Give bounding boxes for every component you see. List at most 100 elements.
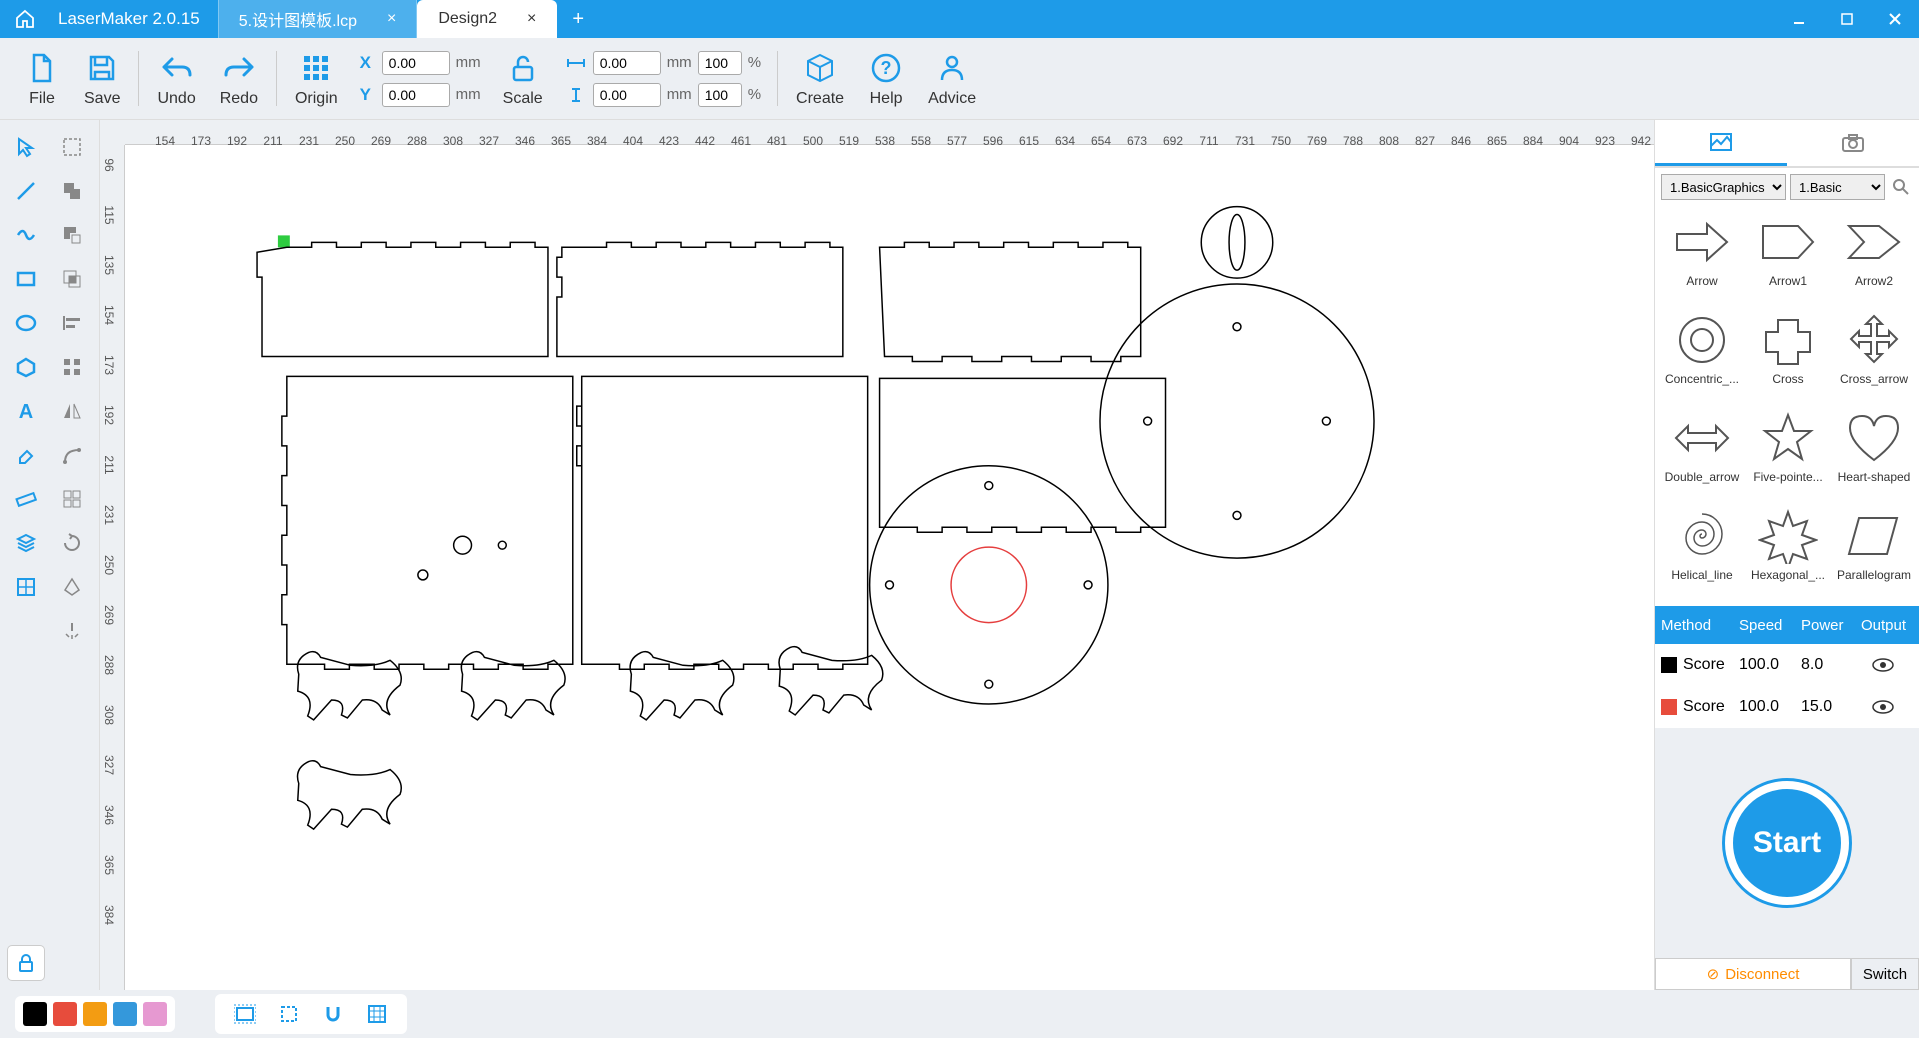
- home-icon[interactable]: [10, 0, 40, 38]
- start-button[interactable]: Start: [1725, 781, 1849, 905]
- height-icon: [565, 86, 587, 104]
- shape-arrow1[interactable]: Arrow1: [1749, 214, 1827, 304]
- save-button[interactable]: Save: [72, 50, 132, 108]
- help-button[interactable]: ? Help: [856, 50, 916, 108]
- mirror-tool[interactable]: [54, 394, 90, 428]
- empty-tool: [8, 614, 44, 648]
- tab-shapes[interactable]: [1655, 120, 1787, 166]
- th-output: Output: [1855, 617, 1910, 634]
- height-pct-input[interactable]: [698, 83, 742, 107]
- search-icon[interactable]: [1889, 175, 1913, 199]
- switch-button[interactable]: Switch: [1851, 958, 1919, 990]
- grid-tool[interactable]: [8, 570, 44, 604]
- palette-color[interactable]: [83, 1002, 107, 1026]
- lock-icon: [505, 50, 541, 86]
- text-tool[interactable]: A: [8, 394, 44, 428]
- shape-cross_arrow[interactable]: Cross_arrow: [1835, 312, 1913, 402]
- shape-parallelogram[interactable]: Parallelogram: [1835, 508, 1913, 598]
- origin-icon: [298, 50, 334, 86]
- shape-category-select[interactable]: 1.BasicGraphics: [1661, 174, 1786, 200]
- y-input[interactable]: [382, 83, 450, 107]
- file-button[interactable]: File: [12, 50, 72, 108]
- origin-button[interactable]: Origin: [283, 50, 350, 108]
- shape-cross[interactable]: Cross: [1749, 312, 1827, 402]
- distribute-tool[interactable]: [54, 350, 90, 384]
- minimize-button[interactable]: [1775, 0, 1823, 38]
- add-tab-button[interactable]: +: [557, 8, 599, 31]
- maximize-button[interactable]: [1823, 0, 1871, 38]
- shape-five-pointe...[interactable]: Five-pointe...: [1749, 410, 1827, 500]
- union-tool[interactable]: [54, 174, 90, 208]
- measure-tool[interactable]: [8, 482, 44, 516]
- laser-tool[interactable]: [54, 614, 90, 648]
- rect-tool[interactable]: [8, 262, 44, 296]
- palette-color[interactable]: [53, 1002, 77, 1026]
- zoom-tool[interactable]: [275, 1000, 303, 1028]
- x-input[interactable]: [382, 51, 450, 75]
- close-button[interactable]: [1871, 0, 1919, 38]
- shape-concentric_...[interactable]: Concentric_...: [1663, 312, 1741, 402]
- lock-tool[interactable]: [8, 946, 44, 980]
- table-row[interactable]: Score100.015.0: [1655, 686, 1919, 728]
- layer-table: Method Speed Power Output Score100.08.0S…: [1655, 606, 1919, 728]
- align-tool[interactable]: [54, 306, 90, 340]
- create-button[interactable]: Create: [784, 50, 856, 108]
- tab-template[interactable]: 5.设计图模板.lcp ×: [218, 0, 418, 38]
- height-input[interactable]: [593, 83, 661, 107]
- shape-arrow[interactable]: Arrow: [1663, 214, 1741, 304]
- main-toolbar: File Save Undo Redo Origin X mm Y mm Sca…: [0, 38, 1919, 120]
- th-speed: Speed: [1733, 617, 1795, 634]
- shape-arrow2[interactable]: Arrow2: [1835, 214, 1913, 304]
- marquee-tool[interactable]: [54, 130, 90, 164]
- close-icon[interactable]: ×: [527, 10, 536, 28]
- eraser-tool[interactable]: [8, 438, 44, 472]
- layers-tool[interactable]: [8, 526, 44, 560]
- ruler-horizontal: 1541731922112312502692883083273463653844…: [125, 120, 1654, 145]
- shape-hexagonal_...[interactable]: Hexagonal_...: [1749, 508, 1827, 598]
- scale-button[interactable]: Scale: [491, 50, 555, 108]
- rotate-tool[interactable]: [54, 526, 90, 560]
- disconnect-button[interactable]: ⊘ Disconnect: [1655, 958, 1851, 990]
- shape-helical_line[interactable]: Helical_line: [1663, 508, 1741, 598]
- th-power: Power: [1795, 617, 1855, 634]
- subtract-tool[interactable]: [54, 218, 90, 252]
- width-input[interactable]: [593, 51, 661, 75]
- line-tool[interactable]: [8, 174, 44, 208]
- x-label: X: [360, 53, 376, 73]
- tab-camera[interactable]: [1787, 120, 1919, 166]
- th-method: Method: [1655, 617, 1733, 634]
- shape-double_arrow[interactable]: Double_arrow: [1663, 410, 1741, 500]
- intersect-tool[interactable]: [54, 262, 90, 296]
- select-tool[interactable]: [8, 130, 44, 164]
- pen-tool[interactable]: [54, 570, 90, 604]
- palette-color[interactable]: [143, 1002, 167, 1026]
- bottom-bar: [0, 990, 1919, 1038]
- close-icon[interactable]: ×: [387, 10, 396, 28]
- shape-heart-shaped[interactable]: Heart-shaped: [1835, 410, 1913, 500]
- palette-color[interactable]: [113, 1002, 137, 1026]
- array-tool[interactable]: [54, 482, 90, 516]
- grid-toggle[interactable]: [363, 1000, 391, 1028]
- ellipse-tool[interactable]: [8, 306, 44, 340]
- tab-label: 5.设计图模板.lcp: [239, 7, 357, 31]
- undo-button[interactable]: Undo: [145, 50, 207, 108]
- file-icon: [24, 50, 60, 86]
- path-tool[interactable]: [54, 438, 90, 472]
- snap-tool[interactable]: [319, 1000, 347, 1028]
- undo-icon: [159, 50, 195, 86]
- right-panel: 1.BasicGraphics 1.Basic ArrowArrow1Arrow…: [1654, 120, 1919, 990]
- shape-subcategory-select[interactable]: 1.Basic: [1790, 174, 1885, 200]
- palette-color[interactable]: [23, 1002, 47, 1026]
- table-row[interactable]: Score100.08.0: [1655, 644, 1919, 686]
- save-icon: [84, 50, 120, 86]
- fit-tool[interactable]: [231, 1000, 259, 1028]
- canvas[interactable]: mm 1541731922112312502692883083273463653…: [100, 120, 1654, 990]
- tab-label: Design2: [438, 10, 497, 28]
- curve-tool[interactable]: [8, 218, 44, 252]
- polygon-tool[interactable]: [8, 350, 44, 384]
- tab-design2[interactable]: Design2 ×: [417, 0, 557, 38]
- redo-icon: [221, 50, 257, 86]
- advice-button[interactable]: Advice: [916, 50, 988, 108]
- redo-button[interactable]: Redo: [208, 50, 270, 108]
- width-pct-input[interactable]: [698, 51, 742, 75]
